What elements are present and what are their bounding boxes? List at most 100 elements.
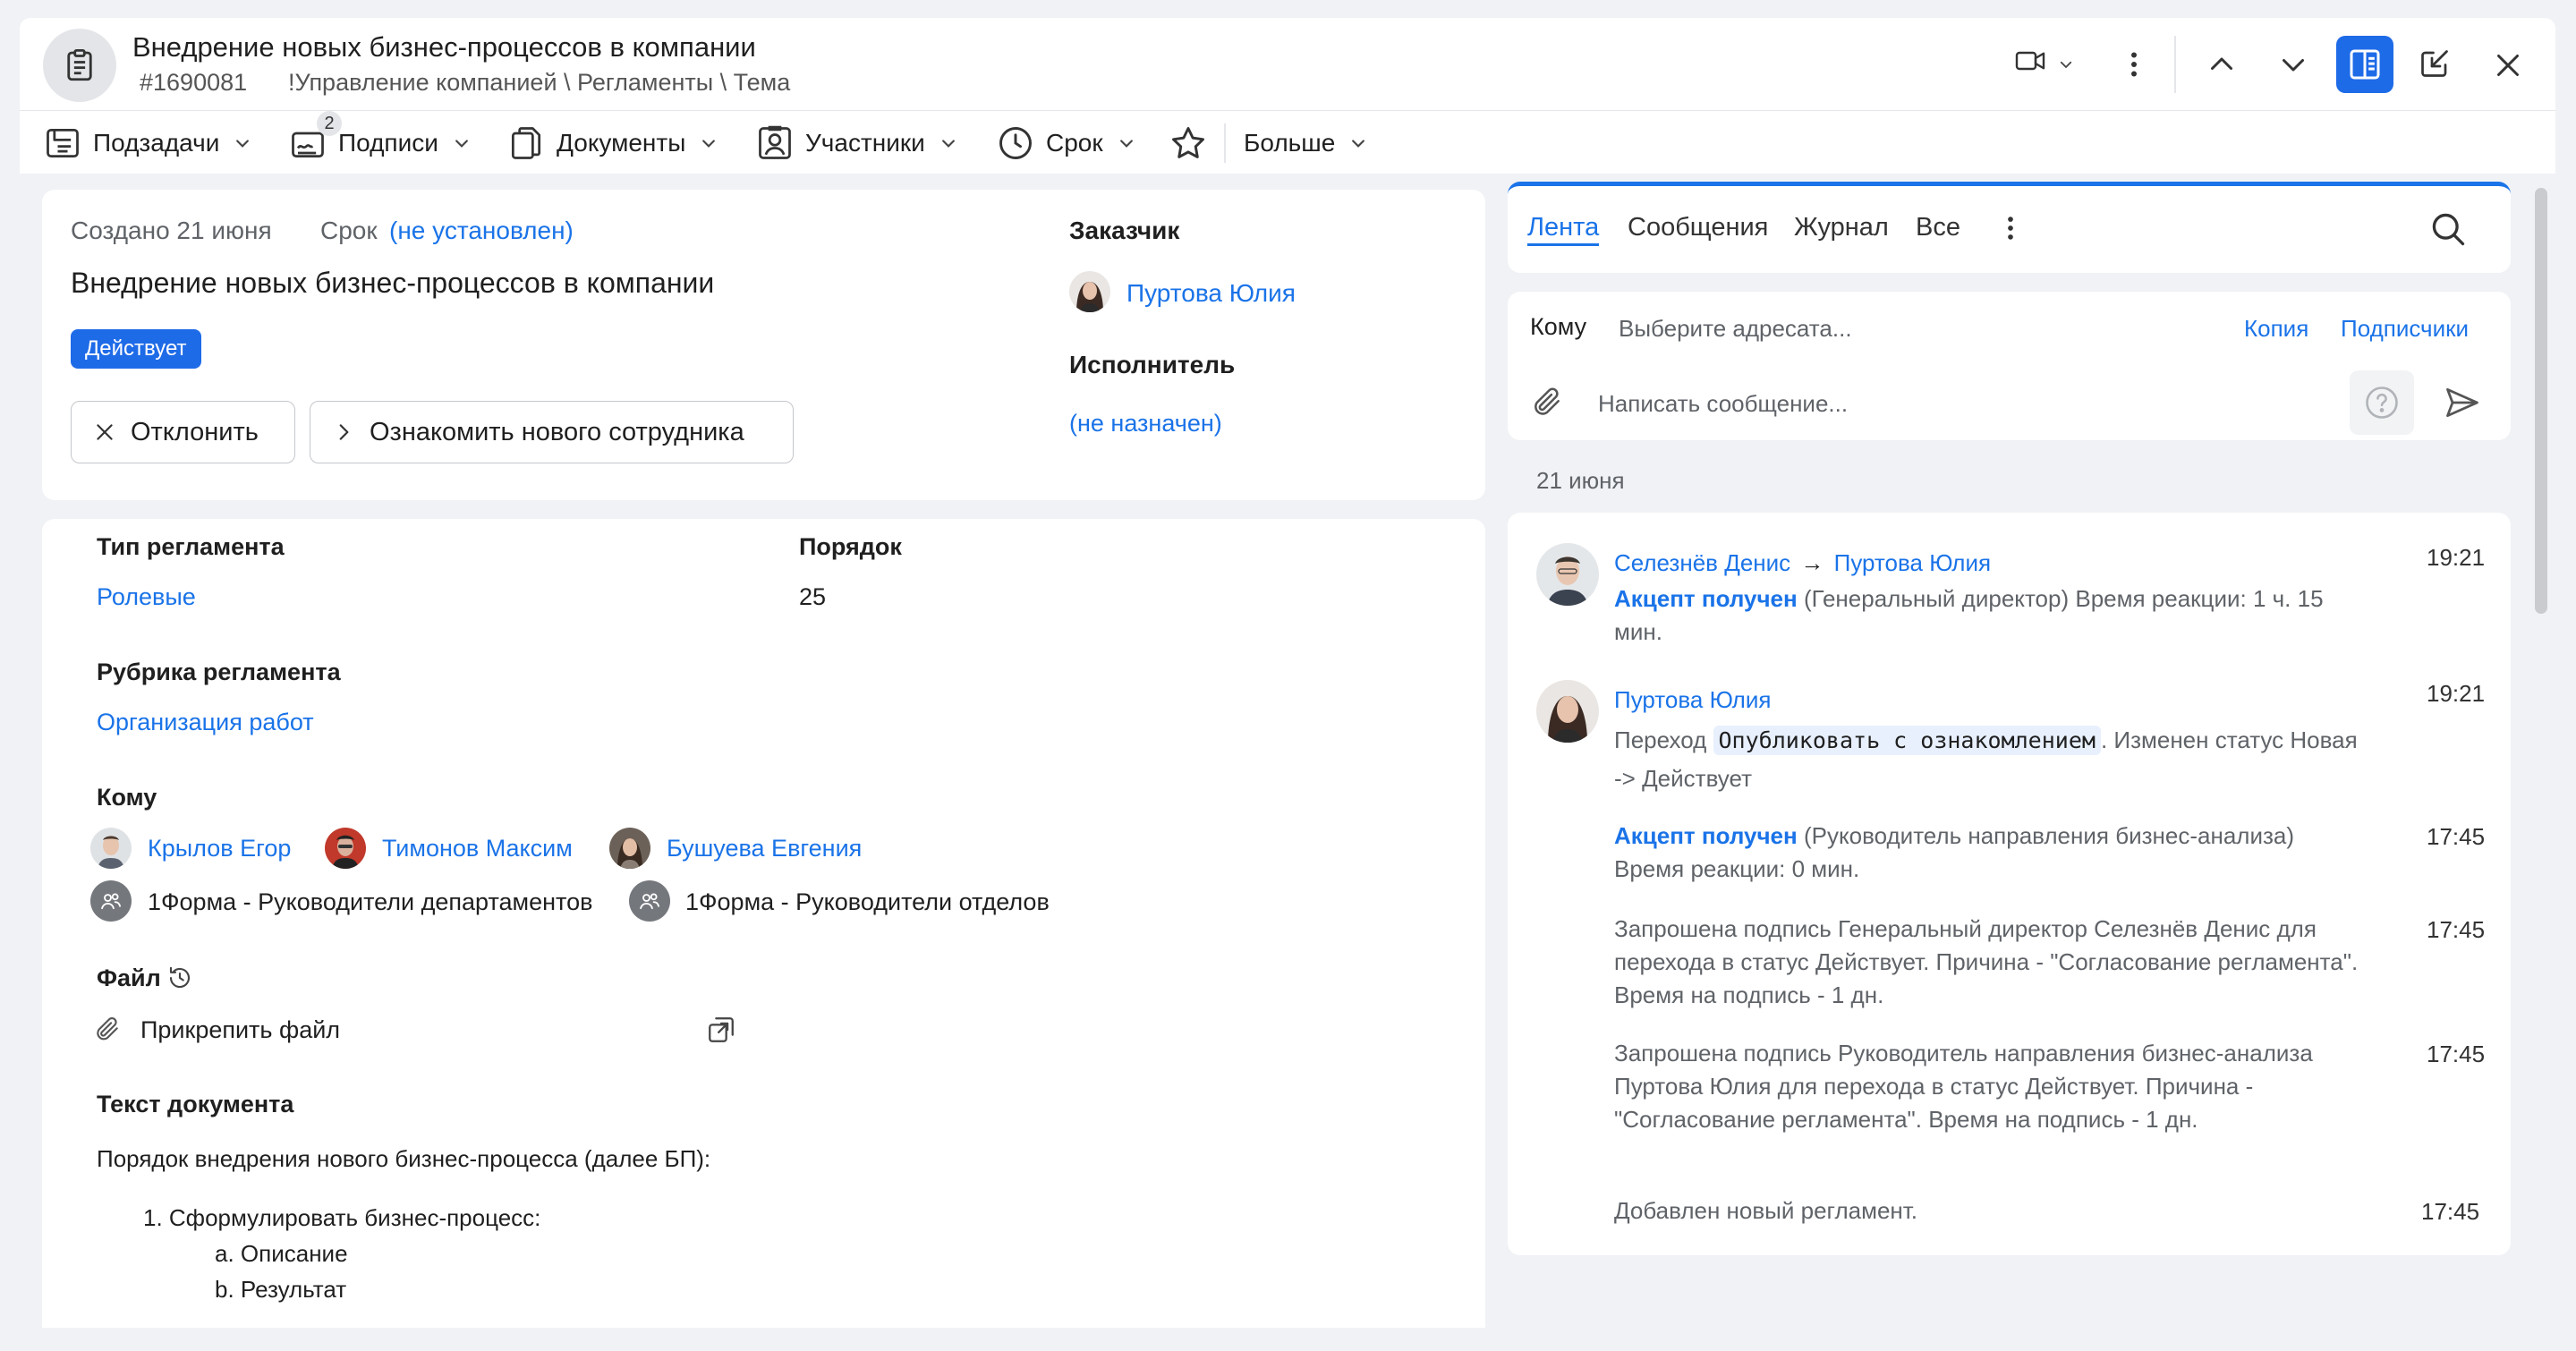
subtasks-menu[interactable]: Подзадачи [43, 123, 251, 164]
help-icon [2362, 383, 2402, 422]
status-badge: Действует [71, 329, 201, 369]
search-icon[interactable] [2428, 209, 2468, 249]
doc-intro: Порядок внедрения нового бизнес-процесса… [97, 1145, 711, 1172]
history-icon[interactable] [166, 964, 193, 991]
split-view-button[interactable] [2336, 36, 2393, 93]
breadcrumb[interactable]: !Управление компанией \ Регламенты \ Тем… [288, 69, 790, 97]
paperclip-icon [93, 1015, 122, 1043]
documents-menu[interactable]: Документы [506, 123, 718, 164]
transition-prefix: Переход [1614, 726, 1707, 753]
participants-label: Участники [805, 129, 925, 157]
kebab-icon[interactable] [1995, 213, 2026, 243]
deadline-menu[interactable]: Срок [996, 123, 1135, 164]
to-label: Кому [97, 784, 157, 811]
avatar [1069, 271, 1110, 312]
recipient-group: 1Форма - Руководители отделов [685, 888, 1050, 915]
customer-label: Заказчик [1069, 217, 1180, 244]
recipient-group: 1Форма - Руководители департаментов [148, 888, 593, 915]
reject-label: Отклонить [131, 417, 259, 446]
group-icon [90, 880, 132, 922]
copy-link[interactable]: Копия [2244, 315, 2308, 343]
close-icon [2492, 49, 2522, 80]
previous-task-button[interactable] [2201, 44, 2242, 85]
next-task-button[interactable] [2273, 44, 2314, 85]
paperclip-icon[interactable] [1530, 385, 1564, 419]
recipient-link[interactable]: Бушуева Евгения [667, 835, 862, 862]
more-label: Больше [1244, 129, 1336, 157]
introduce-employee-label: Ознакомить нового сотрудника [370, 417, 744, 446]
composer-to-label: Кому [1530, 313, 1587, 340]
clipboard-icon [43, 29, 116, 102]
chevron-down-icon [453, 134, 471, 152]
video-icon [2014, 45, 2053, 84]
customer-name[interactable]: Пуртова Юлия [1126, 279, 1296, 308]
deadline-label: Срок [1046, 129, 1103, 157]
video-call-button[interactable] [2008, 44, 2060, 85]
help-button[interactable] [2350, 370, 2414, 435]
recipient-input[interactable]: Выберите адресата... [1619, 315, 1852, 343]
chevron-down-icon [700, 134, 718, 152]
transition-name: Опубликовать с ознакомлением [1713, 726, 2101, 755]
doc-text-label: Текст документа [97, 1091, 294, 1117]
chevron-down-icon [2277, 48, 2309, 81]
feed-entry-header: Селезнёв Денис → Пуртова Юлия [1614, 547, 1991, 580]
edit-button[interactable] [2415, 44, 2456, 85]
introduce-employee-button[interactable]: Ознакомить нового сотрудника [310, 401, 794, 463]
recipient-link[interactable]: Крылов Егор [148, 835, 291, 862]
entry-time: 17:45 [2427, 916, 2486, 943]
divider [1224, 123, 1226, 163]
chevron-down-icon [939, 134, 957, 152]
participants-icon [755, 123, 795, 163]
rubric-label: Рубрика регламента [97, 659, 341, 685]
reject-button[interactable]: Отклонить [71, 401, 295, 463]
author-link[interactable]: Селезнёв Денис [1614, 549, 1790, 576]
entry-time: 17:45 [2421, 1198, 2480, 1225]
task-number: #1690081 [140, 69, 248, 96]
entry-time: 17:45 [2427, 823, 2486, 850]
participants-menu[interactable]: Участники [755, 123, 957, 164]
target-link[interactable]: Пуртова Юлия [1834, 549, 1991, 576]
summary-title: Внедрение новых бизнес-процессов в компа… [71, 267, 715, 299]
feed-entry-text: Запрошена подпись Руководитель направлен… [1614, 1040, 2313, 1133]
feed-entry-text: Акцепт получен (Генеральный директор) Вр… [1614, 582, 2366, 649]
reg-type-label: Тип регламента [97, 533, 285, 560]
split-view-icon [2347, 47, 2383, 82]
executor-label: Исполнитель [1069, 351, 1236, 378]
avatar [1536, 680, 1599, 743]
chevron-down-icon [234, 134, 251, 152]
tab-all[interactable]: Все [1916, 213, 1960, 242]
entry-time: 19:21 [2427, 680, 2486, 707]
tab-journal[interactable]: Журнал [1794, 213, 1889, 242]
tab-feed[interactable]: Лента [1527, 213, 1599, 242]
send-icon[interactable] [2443, 383, 2482, 422]
edit-icon [2419, 47, 2453, 81]
chevron-down-icon[interactable] [2058, 56, 2074, 72]
more-options-button[interactable] [2113, 44, 2155, 85]
chevron-down-icon [1118, 134, 1135, 152]
open-external-icon[interactable] [706, 1015, 736, 1045]
reg-type-value[interactable]: Ролевые [97, 583, 196, 611]
message-input[interactable]: Написать сообщение... [1598, 390, 1848, 418]
avatar [609, 828, 650, 869]
arrow-icon: → [1800, 549, 1824, 576]
recipient-link[interactable]: Тимонов Максим [382, 835, 573, 862]
rubric-value[interactable]: Организация работ [97, 709, 314, 736]
tab-messages[interactable]: Сообщения [1628, 213, 1768, 242]
divider [2174, 36, 2176, 93]
close-button[interactable] [2487, 44, 2528, 85]
avatar [325, 828, 366, 869]
executor-value[interactable]: (не назначен) [1069, 410, 1222, 438]
author-link[interactable]: Пуртова Юлия [1614, 686, 1771, 713]
more-menu[interactable]: Больше [1244, 123, 1367, 164]
order-value: 25 [799, 583, 827, 610]
subscribers-link[interactable]: Подписчики [2341, 315, 2469, 343]
date-divider: 21 июня [1536, 467, 1625, 494]
entry-time: 17:45 [2427, 1041, 2486, 1067]
feed-scrollbar[interactable] [2535, 188, 2547, 614]
task-title: Внедрение новых бизнес-процессов в компа… [132, 31, 756, 63]
attach-file-button[interactable]: Прикрепить файл [140, 1016, 340, 1044]
accept-label: Акцепт получен [1614, 585, 1798, 612]
favorite-button[interactable] [1169, 123, 1208, 164]
deadline-value[interactable]: (не установлен) [389, 217, 574, 245]
signatures-menu[interactable]: Подписи [288, 123, 471, 164]
